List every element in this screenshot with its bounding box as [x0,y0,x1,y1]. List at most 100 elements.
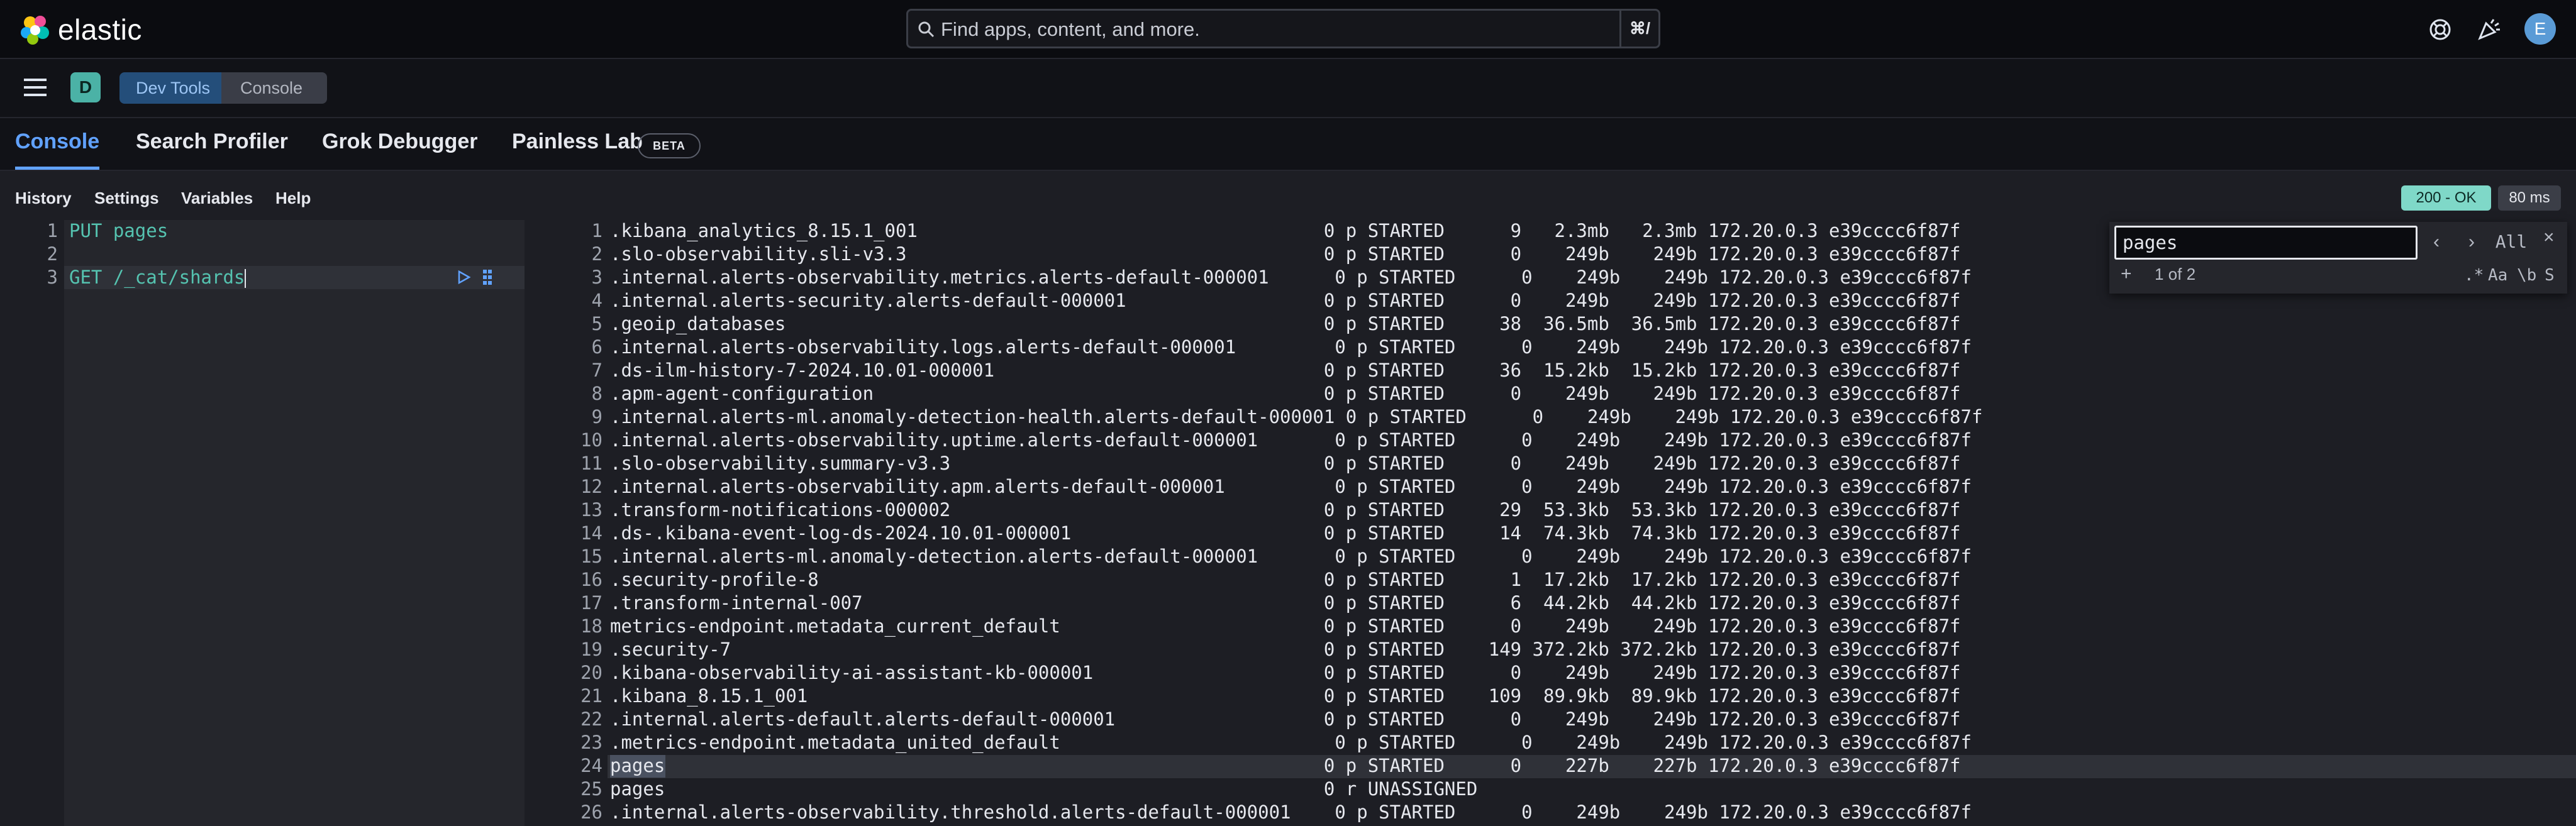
status-badge: 200 - OK [2401,185,2491,211]
beta-badge: BETA [638,133,701,158]
response-line: .security-7 0 p STARTED 149 372.2kb 372.… [610,639,1961,660]
line-number: 14 [580,522,602,544]
brand-name[interactable]: elastic [58,13,142,47]
dev-tools-tabs: Console Search Profiler Grok Debugger Pa… [0,118,2576,171]
request-time-badge: 80 ms [2498,185,2561,211]
line-number: 21 [580,685,602,707]
response-line: .internal.alerts-ml.anomaly-detection.al… [610,546,1972,567]
line-number: 3 [591,267,602,288]
response-viewer[interactable]: .kibana_analytics_8.15.1_001 0 p STARTED… [608,220,2576,826]
line-number: 6 [591,336,602,358]
text-cursor [245,269,247,288]
response-line: .kibana_analytics_8.15.1_001 0 p STARTED… [610,220,1961,241]
help-button[interactable]: Help [275,189,311,208]
line-number: 2 [47,243,58,265]
response-line: .internal.alerts-observability.threshold… [610,801,1972,823]
response-line: .slo-observability.sli-v3.3 0 p STARTED … [610,243,1961,265]
response-line: .internal.alerts-observability.logs.aler… [610,336,1972,358]
search-placeholder: Find apps, content, and more. [941,18,1200,40]
response-line: .apm-agent-configuration 0 p STARTED 0 2… [610,383,1961,404]
line-number: 8 [591,383,602,404]
line-number: 20 [580,662,602,683]
response-line: metrics-endpoint.metadata_current_defaul… [610,615,1961,637]
line-number: 7 [591,360,602,381]
http-method: PUT [69,220,103,241]
tab-search-profiler[interactable]: Search Profiler [136,129,288,170]
line-number: 2 [591,243,602,265]
response-line: pages 0 p STARTED 0 227b 227b 172.20.0.3… [610,755,1961,776]
line-number: 4 [591,290,602,311]
top-header: elastic Find apps, content, and more. ⌘/… [0,0,2576,59]
line-number: 23 [580,732,602,753]
line-number: 22 [580,708,602,730]
regex-toggle[interactable]: .* [2464,266,2484,285]
response-line: .internal.alerts-observability.apm.alert… [610,476,1972,497]
line-number: 18 [580,615,602,637]
request-path: /_cat/shards [102,267,245,288]
tab-painless-lab[interactable]: Painless Lab [512,129,643,170]
find-all-button[interactable]: All [2490,228,2532,256]
close-icon[interactable]: × [2543,227,2555,248]
line-number: 17 [580,592,602,614]
variables-button[interactable]: Variables [181,189,253,208]
response-line: .internal.alerts-security.alerts-default… [610,290,1961,311]
request-editor[interactable]: PUT pages GET /_cat/shards [64,220,525,826]
response-line: .slo-observability.summary-v3.3 0 p STAR… [610,453,1961,474]
previous-match-button[interactable]: ‹ [2424,228,2449,256]
response-line: .kibana-observability-ai-assistant-kb-00… [610,662,1961,683]
search-shortcut: ⌘/ [1619,11,1658,47]
response-line: .transform-internal-007 0 p STARTED 6 44… [610,592,1961,614]
request-line: GET /_cat/shards [69,267,247,288]
line-number: 5 [591,313,602,334]
line-number: 1 [591,220,602,241]
response-line: .transform-notifications-000002 0 p STAR… [610,499,1961,520]
toggle-replace-button[interactable]: + [2121,263,2132,285]
play-icon[interactable] [454,266,473,289]
response-line: .internal.alerts-observability.uptime.al… [610,429,1972,451]
line-number: 19 [580,639,602,660]
tab-grok-debugger[interactable]: Grok Debugger [322,129,477,170]
case-sensitive-toggle[interactable]: Aa [2488,266,2507,285]
find-input[interactable] [2114,226,2418,260]
http-method: GET [69,267,103,288]
history-button[interactable]: History [15,189,72,208]
match-count: 1 of 2 [2155,265,2196,284]
response-line: .internal.alerts-default.alerts-default-… [610,708,1961,730]
request-gutter: 1 2 3 [11,220,64,826]
response-line: .security-profile-8 0 p STARTED 1 17.2kb… [610,569,1961,590]
response-line: .internal.alerts-observability.metrics.a… [610,267,1972,288]
whole-word-toggle[interactable]: \b [2517,266,2536,285]
breadcrumb-bar: D Dev Tools Console [0,59,2576,118]
line-number: 9 [591,406,602,427]
next-match-button[interactable]: › [2459,228,2484,256]
settings-button[interactable]: Settings [94,189,159,208]
panel-resizer[interactable] [525,220,543,826]
line-number: 25 [580,778,602,800]
line-number: 11 [580,453,602,474]
line-number: 24 [580,755,602,776]
request-path: pages [102,220,169,241]
line-number: 10 [580,429,602,451]
line-number: 15 [580,546,602,567]
response-line: pages 0 r UNASSIGNED [610,778,1478,800]
breadcrumb-dev-tools[interactable]: Dev Tools [119,72,221,104]
user-avatar[interactable]: E [2524,13,2556,45]
line-number: 26 [580,801,602,823]
elastic-logo-icon[interactable] [19,14,52,47]
global-search-input[interactable]: Find apps, content, and more. ⌘/ [906,9,1660,48]
response-gutter: 1 2 3 4 5 6 7 8 9 10 11 12 13 14 15 16 17 18 19 20 21 22 23 24 2… [543,220,608,826]
space-avatar[interactable]: D [70,72,101,102]
line-number: 13 [580,499,602,520]
tab-console[interactable]: Console [15,129,100,170]
help-icon[interactable] [2426,16,2454,43]
breadcrumb-console: Console [221,72,327,104]
request-line: PUT pages [69,220,168,241]
more-actions-icon[interactable] [478,266,497,289]
response-line: .internal.alerts-ml.anomaly-detection-he… [610,406,1983,427]
response-line: .ds-ilm-history-7-2024.10.01-000001 0 p … [610,360,1961,381]
response-line: .geoip_databases 0 p STARTED 38 36.5mb 3… [610,313,1961,334]
menu-icon[interactable] [23,77,48,98]
search-in-selection-toggle[interactable]: S [2545,266,2555,285]
find-widget: ‹ › All × + 1 of 2 .* Aa \b S [2109,222,2567,294]
news-feed-icon[interactable] [2475,16,2502,43]
